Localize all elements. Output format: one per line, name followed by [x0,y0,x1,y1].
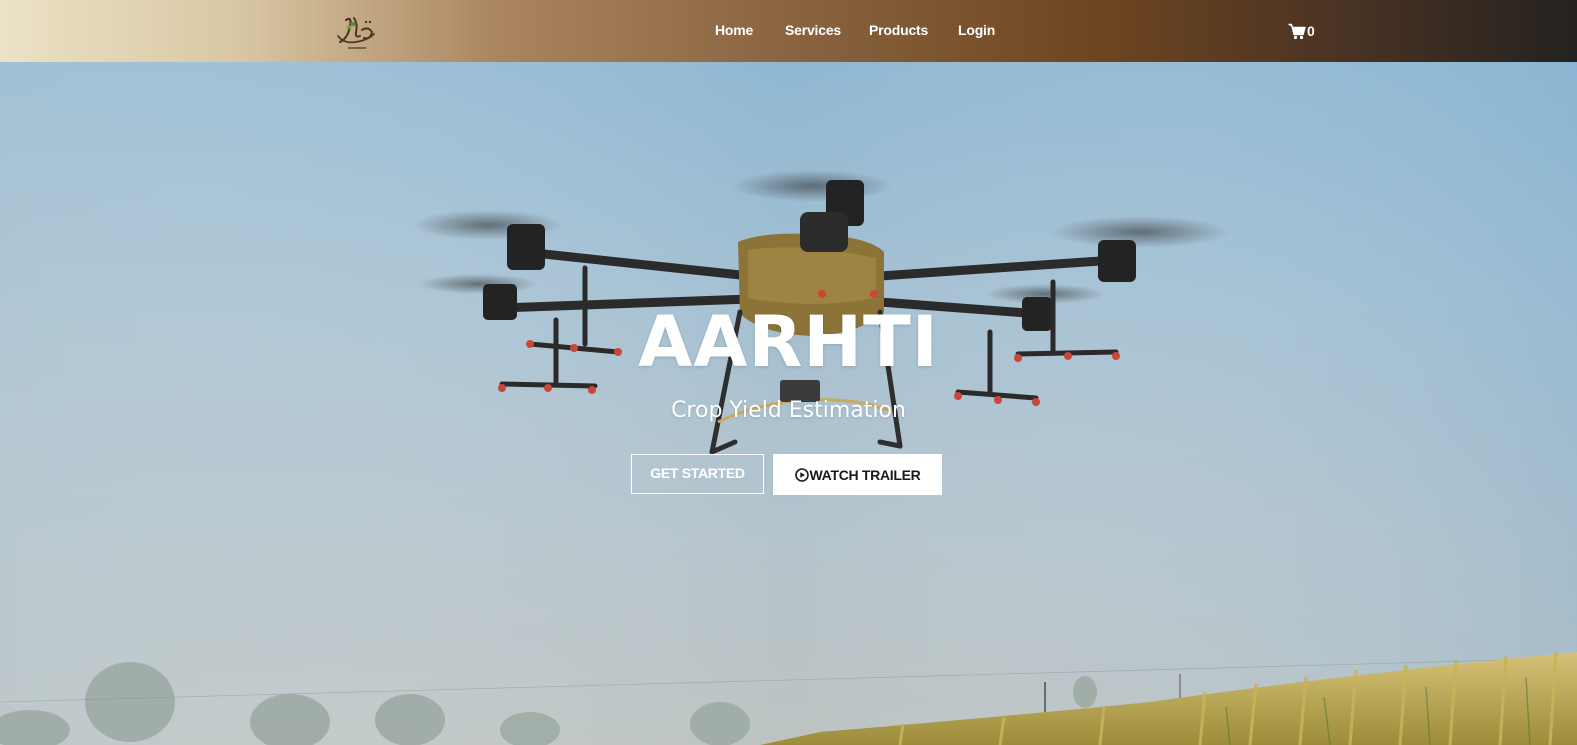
nav-home-link[interactable]: Home [715,22,753,38]
watch-trailer-button[interactable]: WATCH TRAILER [773,454,942,495]
main-navigation: Home Services Products Login [0,0,1577,62]
hero-subtitle: Crop Yield Estimation [671,398,906,423]
shopping-cart-icon [1288,23,1306,39]
hero-section: AARHTI Crop Yield Estimation GET STARTED… [0,62,1577,745]
play-circle-icon [794,467,809,482]
watch-trailer-label: WATCH TRAILER [809,466,921,483]
nav-products-link[interactable]: Products [869,22,928,38]
nav-login-link[interactable]: Login [958,22,995,38]
hero-title: AARHTI [638,301,939,383]
get-started-button[interactable]: GET STARTED [631,454,764,494]
cart-button[interactable]: 0 [1288,21,1315,41]
top-navbar: Home Services Products Login 0 [0,0,1577,62]
nav-services-link[interactable]: Services [785,22,841,38]
cart-count-badge: 0 [1307,23,1315,39]
